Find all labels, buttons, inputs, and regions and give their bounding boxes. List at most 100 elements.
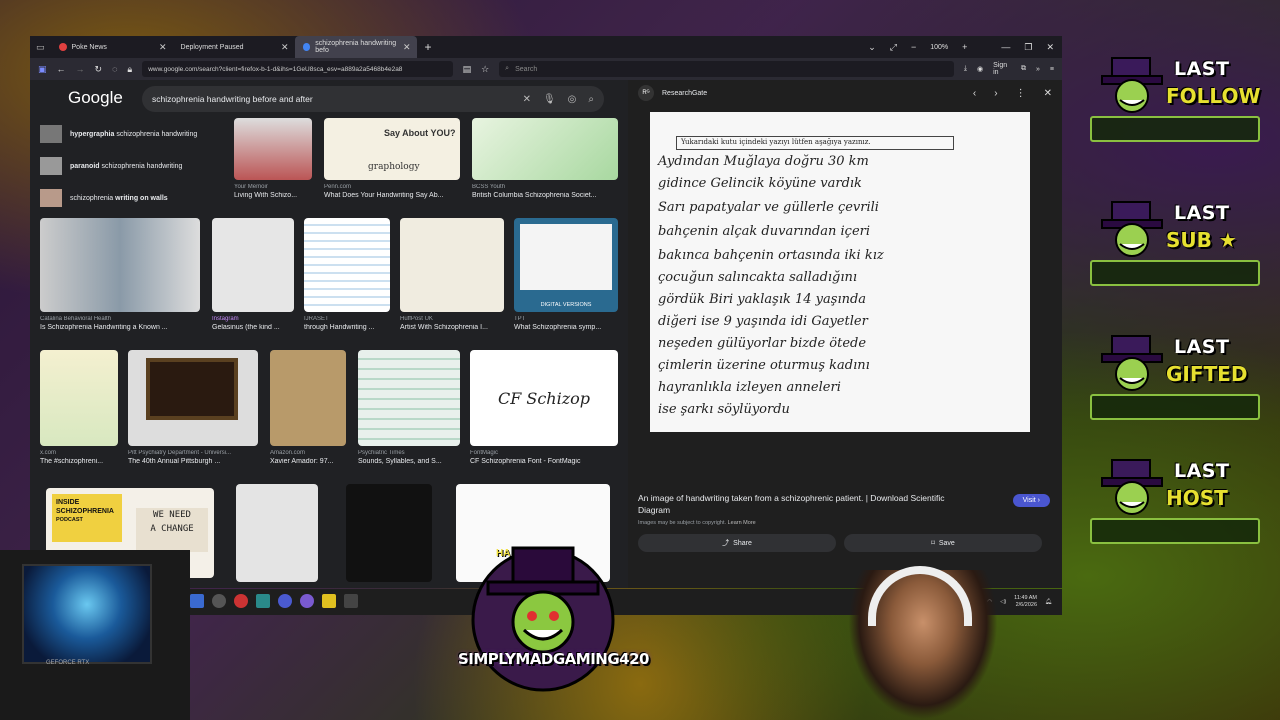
- app-icon[interactable]: [234, 594, 248, 608]
- forward-button[interactable]: →: [76, 64, 85, 74]
- image-result[interactable]: DIGITAL VERSIONS TPT What Schizophrenia …: [514, 218, 618, 331]
- close-icon[interactable]: ✕: [403, 42, 411, 53]
- app-icon[interactable]: [344, 594, 358, 608]
- thumb-text: WE NEED: [153, 510, 191, 520]
- sidebar-icon[interactable]: ▣: [38, 64, 47, 75]
- next-icon[interactable]: ›: [994, 88, 997, 99]
- result-source: FontMagic: [470, 450, 499, 456]
- result-title: Gelasinus (the kind ...: [212, 324, 280, 331]
- thumbnail: [40, 189, 62, 207]
- zoom-level[interactable]: 100%: [930, 44, 948, 51]
- tab-label: Deployment Paused: [180, 43, 244, 51]
- image-result[interactable]: Pitt Psychiatry Department - Universi...…: [128, 350, 258, 465]
- app-icon[interactable]: [322, 594, 336, 608]
- back-button[interactable]: ←: [57, 64, 66, 74]
- google-logo[interactable]: Google: [68, 88, 123, 108]
- image-result[interactable]: Instagram Gelasinus (the kind ...: [212, 218, 294, 331]
- result-title: Living With Schizo...: [234, 192, 298, 199]
- suggestion-bold: hypergraphia: [70, 130, 115, 138]
- image-result[interactable]: Catalina Behavioral Health Is Schizophre…: [40, 218, 200, 331]
- image-result[interactable]: CF Schizop FontMagic CF Schizophrenia Fo…: [470, 350, 618, 465]
- handwriting-line: gidince Gelincik köyüne vardık: [658, 176, 862, 191]
- related-search-item[interactable]: schizophrenia writing on walls: [40, 182, 220, 214]
- app-icon[interactable]: [278, 594, 292, 608]
- extensions-icon[interactable]: ⧉: [1021, 65, 1026, 73]
- microphone-icon[interactable]: 🎙︎: [543, 94, 556, 105]
- related-search-item[interactable]: paranoid schizophrenia handwriting: [40, 150, 220, 182]
- close-icon[interactable]: ✕: [159, 42, 167, 53]
- save-button[interactable]: ⌑ Save: [844, 534, 1042, 552]
- handwriting-image[interactable]: Yukarıdaki kutu içindeki yazıyı lütfen a…: [650, 112, 1030, 432]
- image-result[interactable]: BCSS Youth British Columbia Schizophreni…: [472, 118, 618, 199]
- sign-in-button[interactable]: Sign in: [993, 62, 1011, 76]
- suggestion-text: schizophrenia: [70, 194, 114, 202]
- menu-icon[interactable]: ≡: [1050, 66, 1054, 73]
- reload-button[interactable]: ↻: [95, 64, 103, 75]
- tab-google-search[interactable]: schizophrenia handwriting befo ✕: [294, 36, 417, 58]
- image-result[interactable]: [236, 484, 318, 582]
- more-tools-icon[interactable]: »: [1036, 66, 1040, 73]
- image-result[interactable]: [346, 484, 432, 582]
- result-thumbnail: [236, 484, 318, 582]
- new-tab-button[interactable]: +: [417, 40, 440, 54]
- tab-deployment-paused[interactable]: Deployment Paused ✕: [173, 36, 295, 58]
- camera-lens-icon[interactable]: ◎: [568, 94, 577, 105]
- shield-icon[interactable]: ◌: [112, 64, 117, 74]
- chevron-down-icon[interactable]: ⌄: [868, 42, 876, 53]
- minimize-button[interactable]: —: [1001, 42, 1010, 52]
- result-source: Psychiatric Times: [358, 450, 405, 456]
- close-icon[interactable]: ✕: [281, 42, 289, 53]
- result-title: Artist With Schizophrenia I...: [400, 324, 488, 331]
- fullscreen-icon[interactable]: ⤢: [890, 42, 897, 53]
- image-result[interactable]: HuffPost UK Artist With Schizophrenia I.…: [400, 218, 504, 331]
- app-icon[interactable]: [300, 594, 314, 608]
- zoom-out-button[interactable]: −: [911, 42, 916, 52]
- image-result[interactable]: Psychiatric Times Sounds, Syllables, and…: [358, 350, 460, 465]
- app-icon[interactable]: [212, 594, 226, 608]
- image-result[interactable]: IJRASET through Handwriting ...: [304, 218, 390, 331]
- google-search-box[interactable]: schizophrenia handwriting before and aft…: [142, 86, 604, 112]
- image-result[interactable]: Amazon.com Xavier Amador: 97...: [270, 350, 346, 465]
- url-bar[interactable]: www.google.com/search?client=firefox-b-1…: [142, 61, 453, 77]
- related-searches: hypergraphia schizophrenia handwriting p…: [40, 118, 220, 214]
- preview-source[interactable]: ResearchGate: [662, 90, 707, 97]
- pc-camera-feed: GEFORCE RTX: [0, 550, 190, 720]
- result-thumbnail: Say About YOU? graphology: [324, 118, 460, 180]
- more-options-icon[interactable]: ⋮: [1016, 88, 1026, 99]
- app-icon[interactable]: [190, 594, 204, 608]
- result-thumbnail: DIGITAL VERSIONS: [514, 218, 618, 312]
- share-button[interactable]: ⤴ Share: [638, 534, 836, 552]
- zoom-in-button[interactable]: +: [962, 42, 967, 52]
- sign-card: WE NEED A CHANGE: [136, 508, 208, 552]
- download-icon[interactable]: ⤓: [964, 65, 967, 73]
- related-search-item[interactable]: hypergraphia schizophrenia handwriting: [40, 118, 220, 150]
- maximize-button[interactable]: ❐: [1024, 42, 1032, 53]
- clear-icon[interactable]: ✕: [523, 94, 531, 105]
- close-icon[interactable]: ✕: [1044, 88, 1052, 99]
- thumb-text: PODCAST: [56, 517, 83, 523]
- handwriting-line: hayranlıkla izleyen anneleri: [658, 380, 841, 395]
- reader-view-icon[interactable]: ▤: [463, 64, 472, 75]
- podcast-card: INSIDE SCHIZOPHRENIA PODCAST: [52, 494, 122, 542]
- lock-icon[interactable]: 🔒︎: [127, 64, 132, 75]
- image-result[interactable]: Say About YOU? graphology Penn.com What …: [324, 118, 460, 199]
- browser-search-bar[interactable]: ⌕ Search: [499, 61, 954, 77]
- learn-more-link[interactable]: Learn More: [728, 520, 756, 526]
- close-window-button[interactable]: ✕: [1046, 42, 1054, 53]
- preview-title[interactable]: An image of handwriting taken from a sch…: [638, 492, 968, 516]
- search-icon[interactable]: ⌕: [588, 94, 594, 105]
- result-thumbnail: [400, 218, 504, 312]
- bookmark-star-icon[interactable]: ☆: [481, 64, 489, 75]
- tab-overview-icon[interactable]: ▭: [30, 42, 51, 53]
- image-result[interactable]: Your Memoir Living With Schizo...: [234, 118, 312, 199]
- alert-title: LAST: [1174, 58, 1230, 80]
- account-icon[interactable]: ◉: [977, 65, 983, 73]
- thumb-text: SCHIZOPHRENIA: [56, 508, 114, 515]
- notification-bell-icon[interactable]: 🔔︎: [1045, 599, 1052, 605]
- tab-poke-news[interactable]: Poke News ✕: [51, 36, 173, 58]
- visit-button[interactable]: Visit ›: [1012, 494, 1050, 507]
- image-result[interactable]: x.com The #schizophreni...: [40, 350, 118, 465]
- app-icon[interactable]: [256, 594, 270, 608]
- previous-icon[interactable]: ‹: [973, 88, 976, 99]
- alert-subtitle: SUB ★: [1166, 228, 1237, 252]
